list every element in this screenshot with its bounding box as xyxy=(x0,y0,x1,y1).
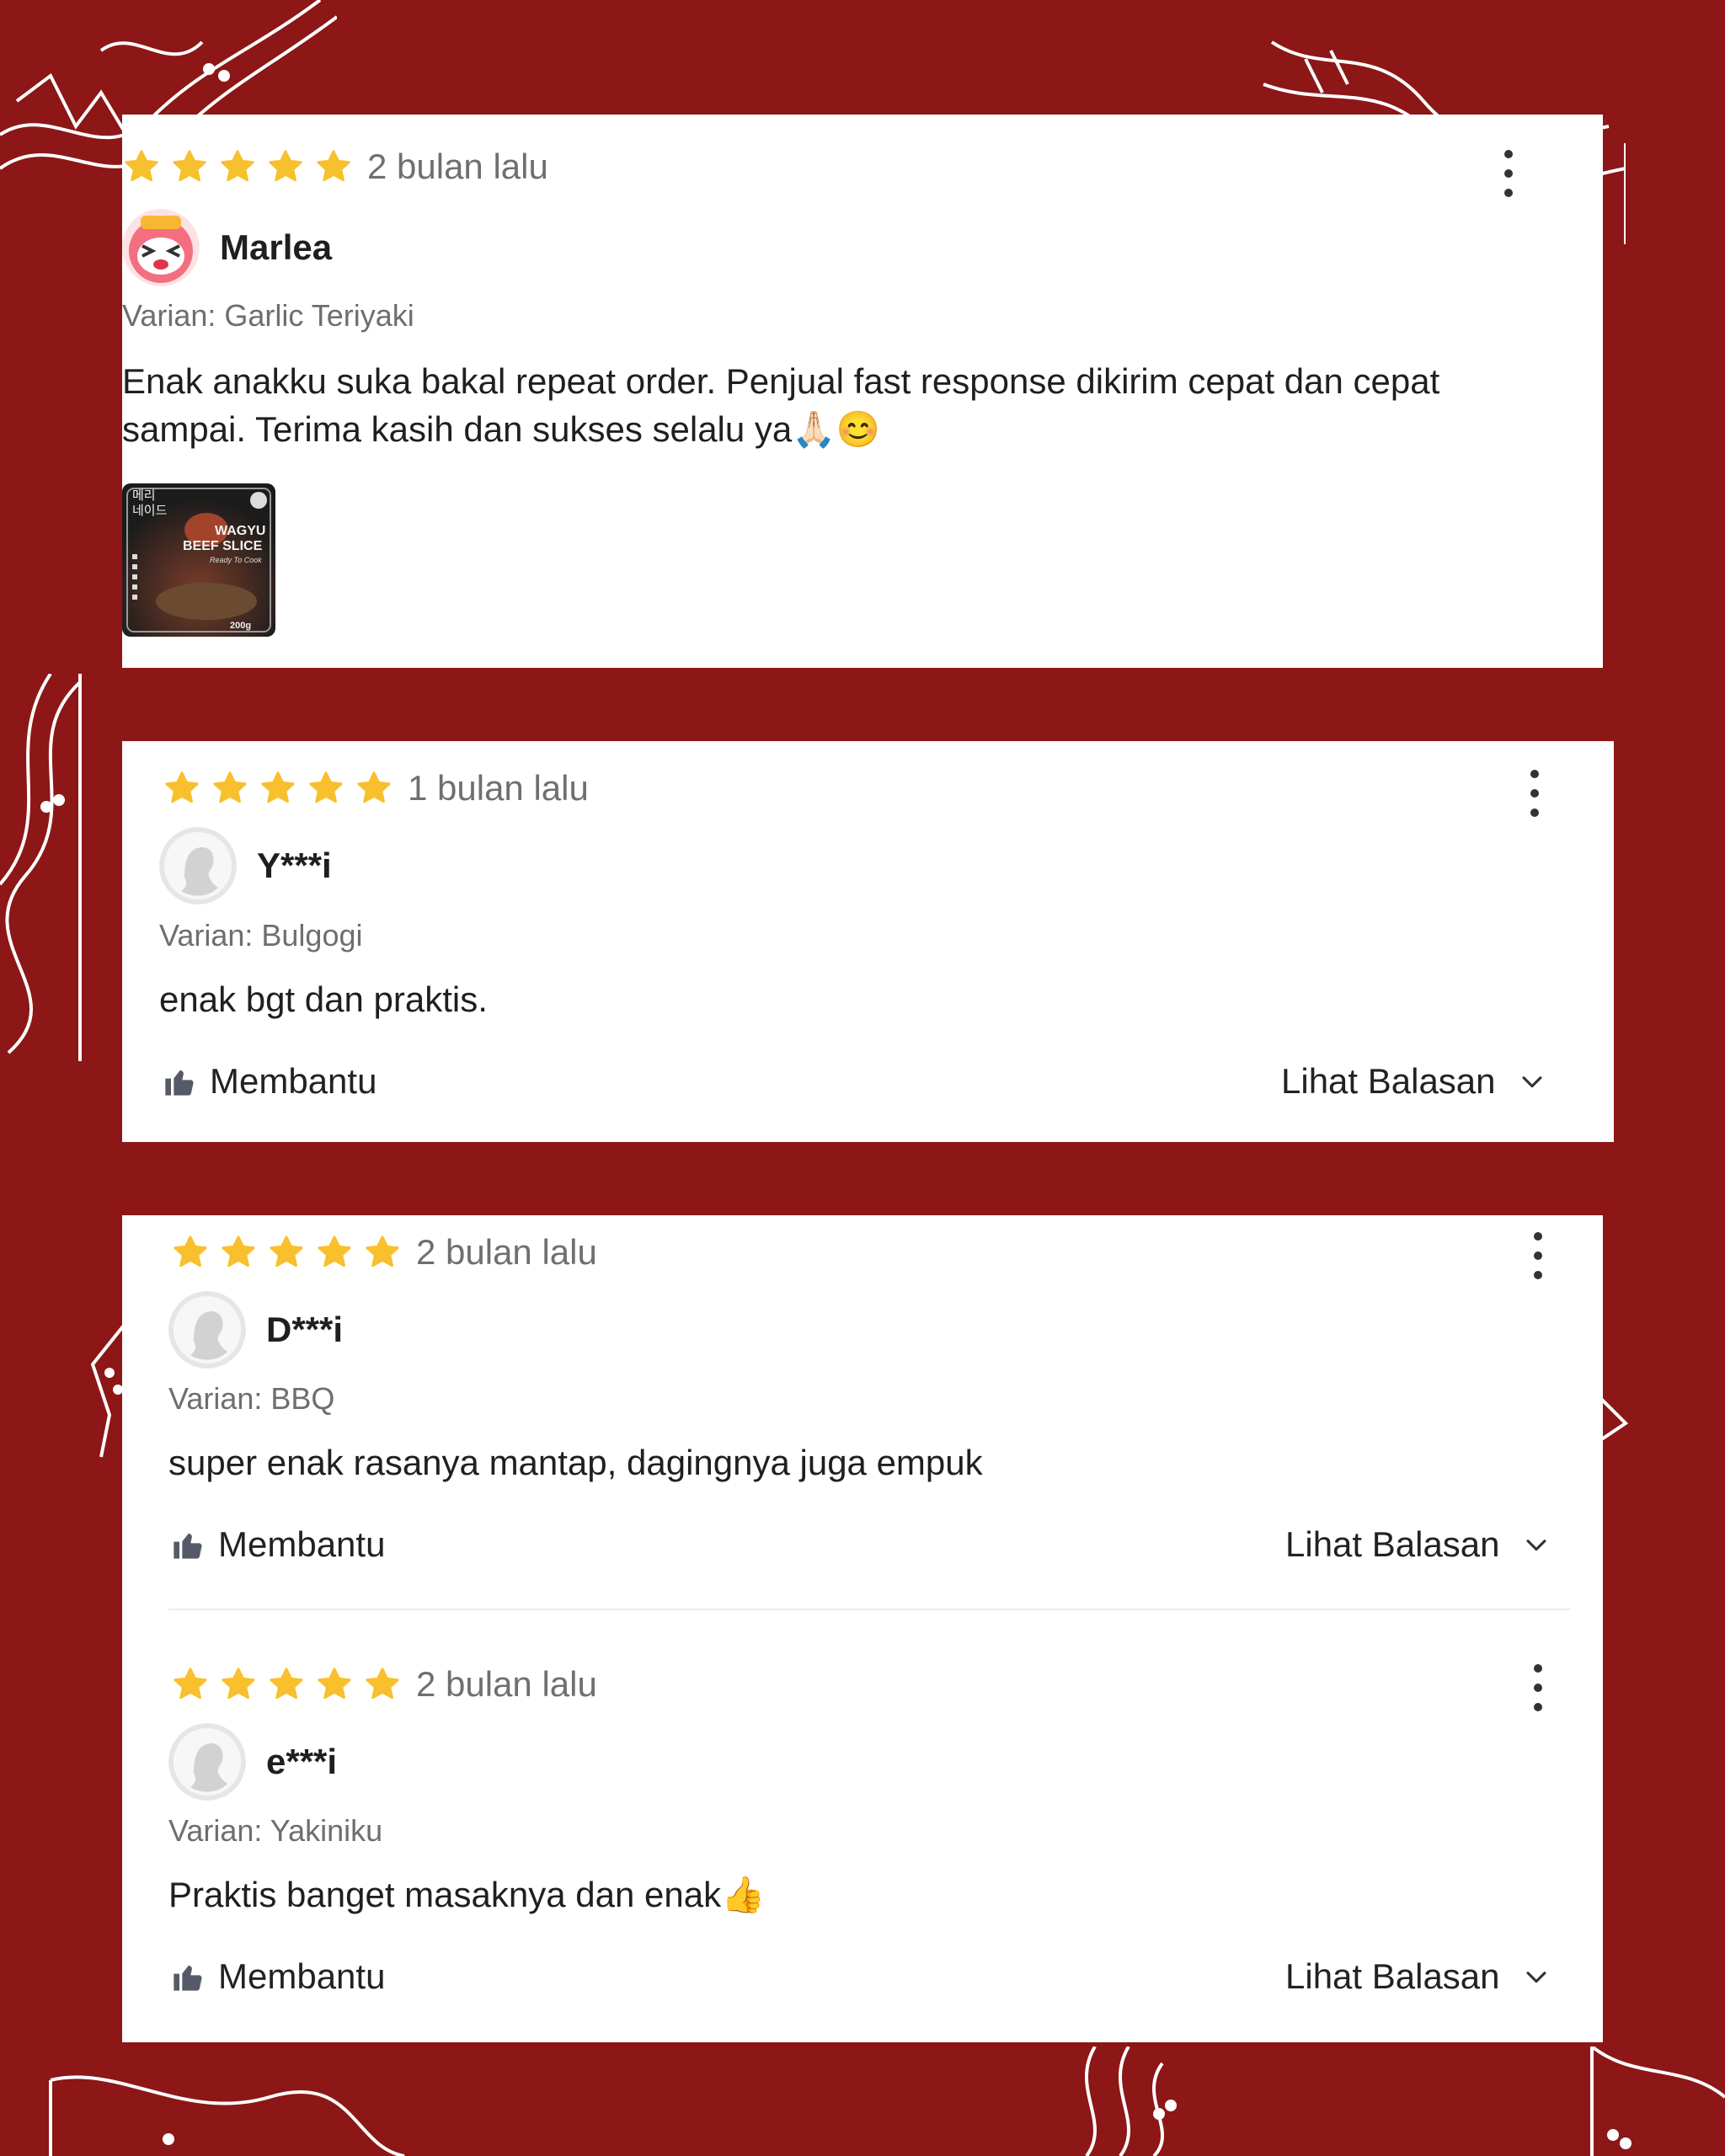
decorative-doodle-bottom xyxy=(49,2047,1725,2156)
review-card: 2 bulan lalu Marlea Varian: Garlic Teriy… xyxy=(122,115,1603,668)
helpful-button[interactable]: Membantu xyxy=(163,1061,377,1102)
review-card: 1 bulan lalu Y***i Varian: Bulgogi enak … xyxy=(122,741,1614,1142)
thumbs-up-icon xyxy=(165,1070,194,1096)
reviewer-name: Marlea xyxy=(220,227,333,267)
thumbs-up-icon xyxy=(174,1965,202,1991)
product-variant: Varian: Bulgogi xyxy=(159,918,363,953)
avatar xyxy=(168,1291,246,1369)
avatar xyxy=(159,827,237,905)
star-icon xyxy=(174,1668,207,1700)
review-item: 2 bulan lalu e***i Varian: Yakiniku Prak… xyxy=(122,1647,1603,2042)
reviewer: Y***i xyxy=(159,827,332,905)
review-text: super enak rasanya mantap, dagingnya jug… xyxy=(168,1443,983,1482)
product-variant: Varian: Garlic Teriyaki xyxy=(122,298,414,333)
star-icon xyxy=(318,1668,351,1700)
chevron-down-icon xyxy=(1526,1972,1546,1983)
review-text: enak bgt dan praktis. xyxy=(159,979,488,1019)
helpful-label: Membantu xyxy=(218,1524,386,1564)
photo-tagline: Ready To Cook xyxy=(210,556,262,564)
star-icon xyxy=(165,771,199,803)
more-options-icon[interactable] xyxy=(1526,770,1543,817)
reviewer-name: Y***i xyxy=(257,846,332,885)
thumbs-up-icon xyxy=(174,1533,202,1559)
reviewer-name: e***i xyxy=(266,1742,338,1781)
review-time: 1 bulan lalu xyxy=(408,768,589,808)
reviewer: Marlea xyxy=(122,209,332,286)
reviewer-name: D***i xyxy=(266,1310,344,1349)
review-item: 1 bulan lalu Y***i Varian: Bulgogi enak … xyxy=(122,741,1614,1142)
photo-title-line2: BEEF SLICE xyxy=(183,539,263,553)
more-options-icon[interactable] xyxy=(1500,150,1517,197)
star-icon xyxy=(174,1235,207,1267)
chevron-down-icon xyxy=(1522,1076,1542,1088)
review-divider xyxy=(168,1609,1571,1610)
star-icon xyxy=(309,771,343,803)
helpful-button[interactable]: Membantu xyxy=(171,1524,385,1565)
view-replies-button[interactable]: Lihat Balasan xyxy=(1285,1956,1551,1997)
view-replies-button[interactable]: Lihat Balasan xyxy=(1285,1524,1551,1565)
product-variant: Varian: BBQ xyxy=(168,1381,335,1416)
more-options-icon[interactable] xyxy=(1530,1664,1546,1711)
review-photo[interactable]: 메리 네이드 WAGYU BEEF SLICE Ready To Cook 20… xyxy=(122,483,275,637)
photo-title-line1: WAGYU xyxy=(215,524,266,538)
photo-korean-text: 메리 네이드 xyxy=(132,488,168,518)
review-time: 2 bulan lalu xyxy=(367,147,548,186)
rating-stars: 2 bulan lalu xyxy=(122,147,548,187)
reviewer: D***i xyxy=(168,1291,343,1369)
star-icon xyxy=(173,150,206,182)
view-replies-label: Lihat Balasan xyxy=(1285,1956,1500,1996)
star-icon xyxy=(270,1668,303,1700)
review-item: 2 bulan lalu Marlea Varian: Garlic Teriy… xyxy=(122,115,1603,668)
star-icon xyxy=(366,1668,399,1700)
view-replies-label: Lihat Balasan xyxy=(1281,1061,1496,1101)
star-icon xyxy=(318,1235,351,1267)
reviewer: e***i xyxy=(168,1723,337,1801)
helpful-label: Membantu xyxy=(210,1061,377,1101)
avatar xyxy=(122,209,200,286)
avatar xyxy=(168,1723,246,1801)
rating-stars: 1 bulan lalu xyxy=(163,768,589,808)
rating-stars: 2 bulan lalu xyxy=(171,1664,597,1705)
star-icon xyxy=(222,1668,255,1700)
view-replies-button[interactable]: Lihat Balasan xyxy=(1281,1061,1546,1102)
star-icon xyxy=(317,150,350,182)
star-icon xyxy=(357,771,391,803)
review-text: Praktis banget masaknya dan enak👍 xyxy=(168,1875,766,1914)
review-time: 2 bulan lalu xyxy=(416,1664,597,1704)
rating-stars: 2 bulan lalu xyxy=(171,1232,597,1273)
star-icon xyxy=(366,1235,399,1267)
review-text: Enak anakku suka bakal repeat order. Pen… xyxy=(122,361,1440,449)
photo-weight: 200g xyxy=(230,621,252,631)
star-icon xyxy=(270,1235,303,1267)
star-icon xyxy=(221,150,254,182)
helpful-label: Membantu xyxy=(218,1956,386,1996)
decorative-doodle-right-lower xyxy=(1600,1398,1629,1442)
chevron-down-icon xyxy=(1526,1540,1546,1551)
more-options-icon[interactable] xyxy=(1530,1232,1546,1279)
star-icon xyxy=(213,771,247,803)
star-icon xyxy=(125,150,158,182)
helpful-button[interactable]: Membantu xyxy=(171,1956,385,1997)
star-icon xyxy=(222,1235,255,1267)
star-icon xyxy=(269,150,302,182)
review-time: 2 bulan lalu xyxy=(416,1232,597,1272)
review-card: 2 bulan lalu D***i Varian: BBQ super ena… xyxy=(122,1215,1603,2042)
review-item: 2 bulan lalu D***i Varian: BBQ super ena… xyxy=(122,1215,1603,1615)
decorative-doodle-left-middle xyxy=(0,674,82,1061)
star-icon xyxy=(261,771,295,803)
product-variant: Varian: Yakiniku xyxy=(168,1813,383,1848)
view-replies-label: Lihat Balasan xyxy=(1285,1524,1500,1564)
